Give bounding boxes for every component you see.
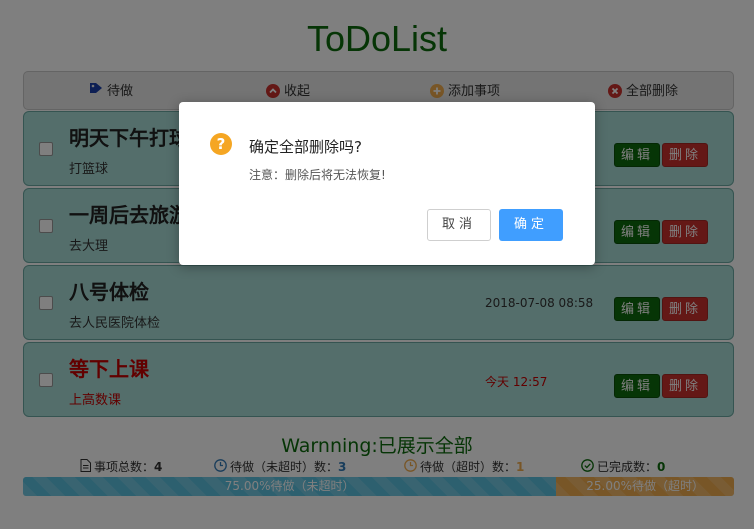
dialog-title: 确定全部删除吗? [249, 138, 362, 156]
confirm-button[interactable]: 确定 [499, 209, 563, 241]
question-icon: ? [210, 133, 232, 155]
cancel-button[interactable]: 取消 [427, 209, 491, 241]
confirm-dialog: ? 确定全部删除吗? 注意：删除后将无法恢复! 取消 确定 [179, 102, 595, 265]
dialog-note: 注意：删除后将无法恢复! [249, 168, 386, 182]
